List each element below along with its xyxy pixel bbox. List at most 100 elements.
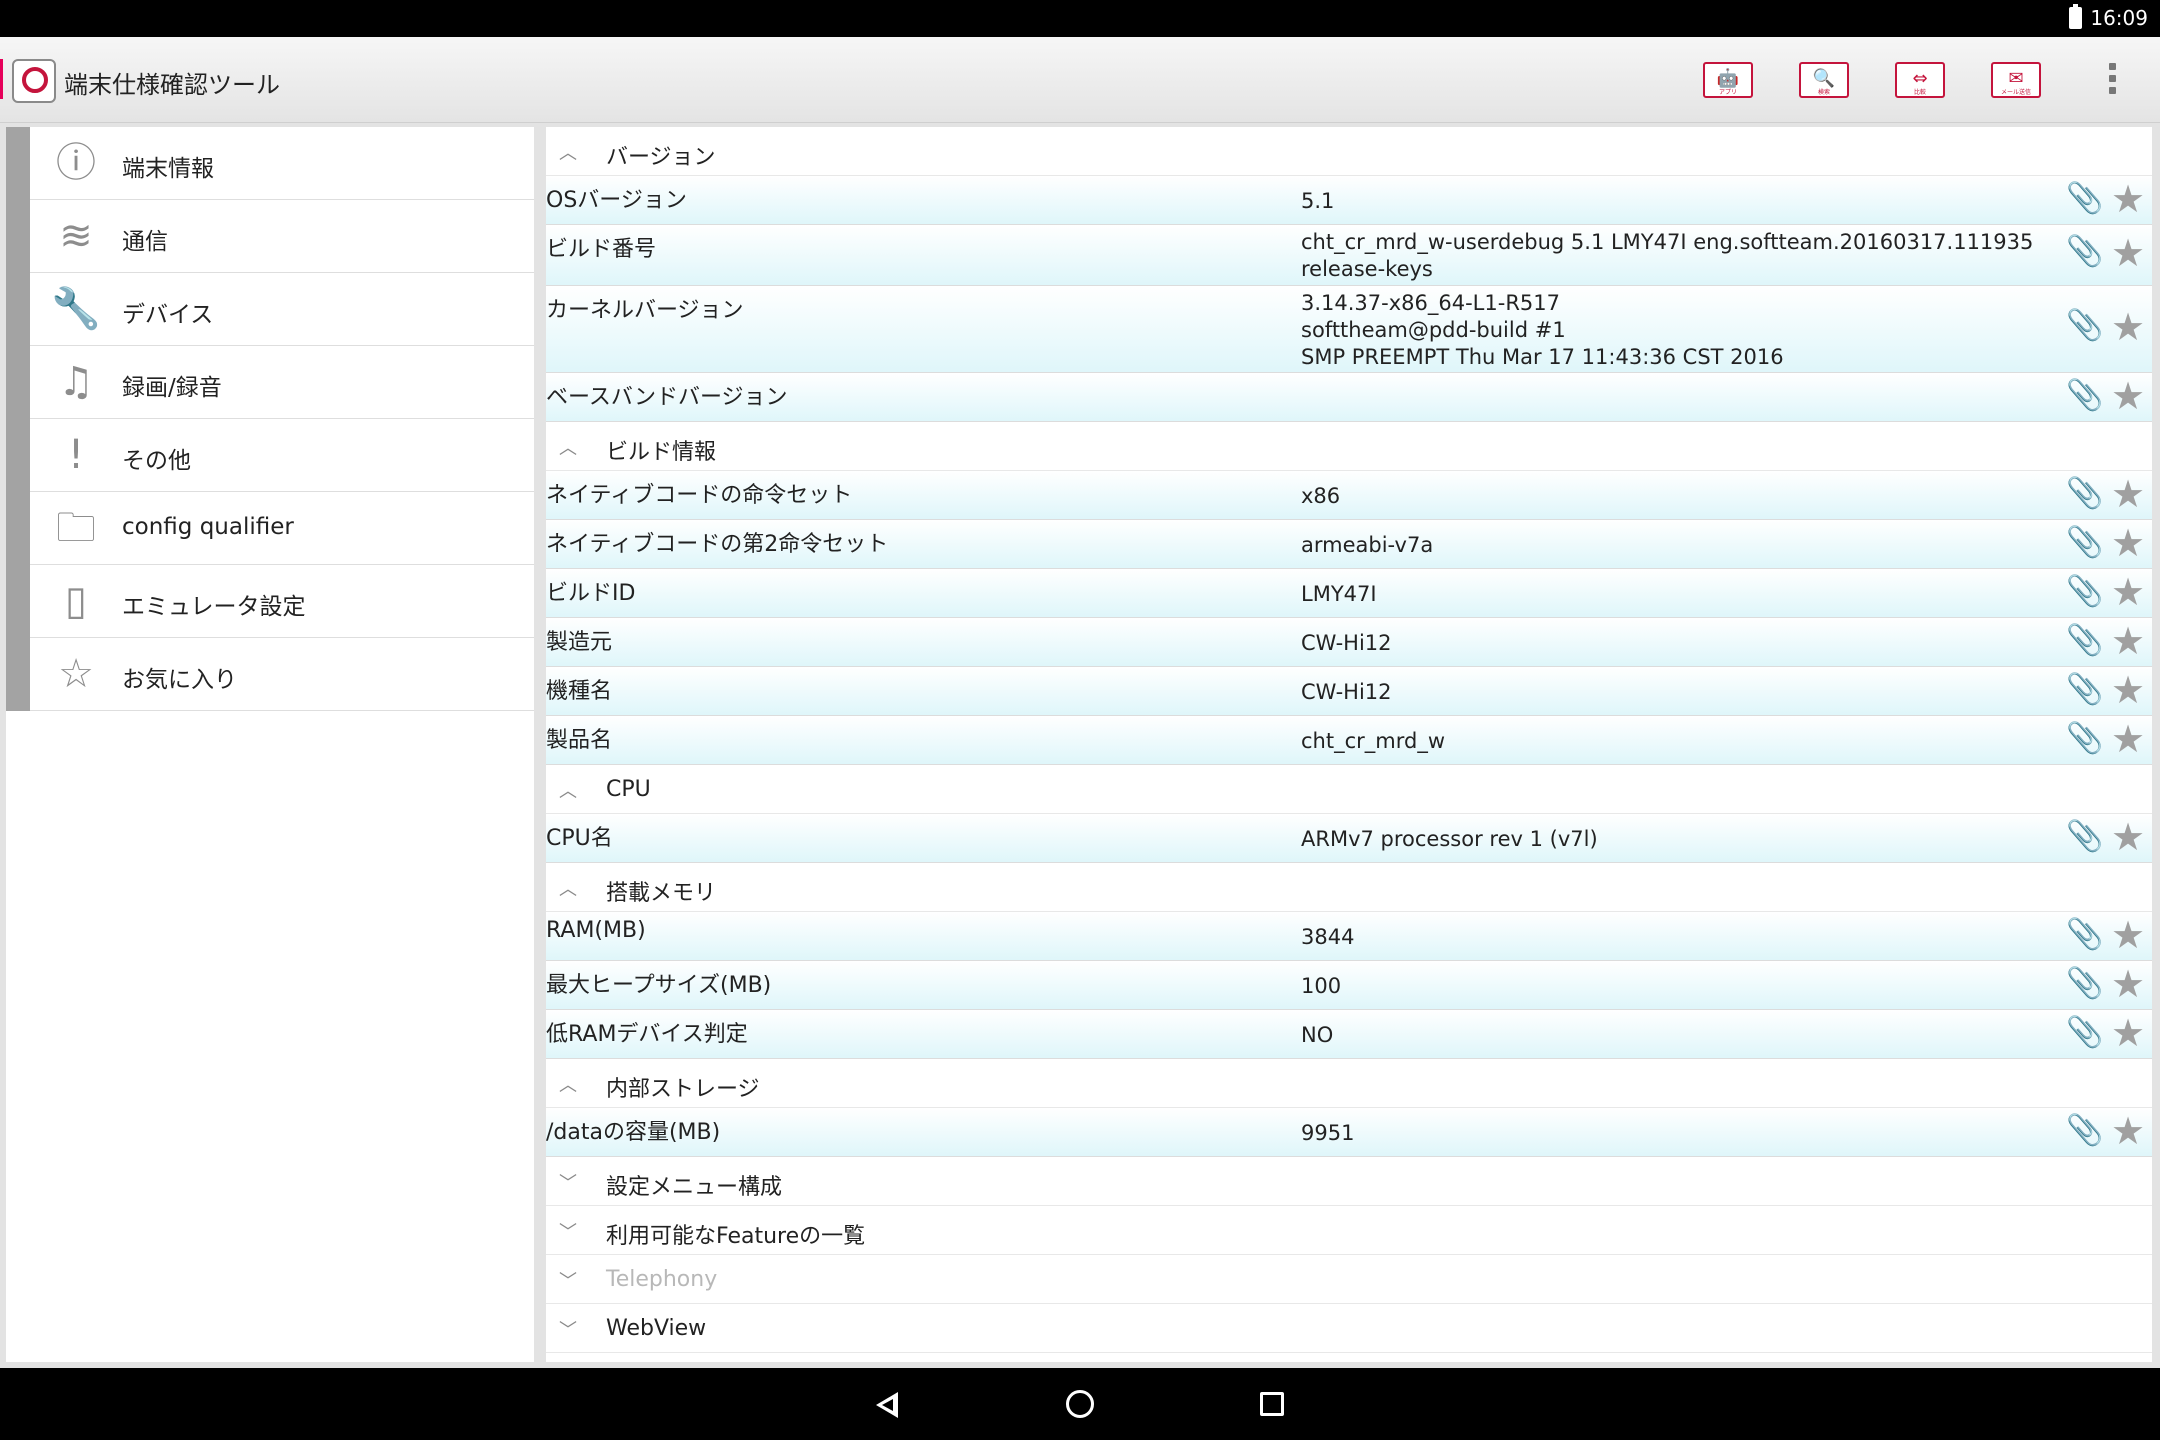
section-title: バージョン (606, 145, 716, 170)
search-button-label: 検索 (1817, 89, 1830, 96)
mail-button[interactable]: ✉ メール送信 (1991, 62, 2041, 98)
star-icon[interactable]: ★ (2108, 964, 2148, 1004)
sidebar-item-label: 録画/録音 (122, 375, 222, 401)
search-button[interactable]: 🔍 検索 (1799, 62, 1849, 98)
sidebar-item-record[interactable]: ♫ 録画/録音 (6, 346, 534, 419)
spec-row[interactable]: ビルド番号 cht_cr_mrd_w-userdebug 5.1 LMY47I e… (546, 225, 2152, 286)
star-icon[interactable]: ★ (2108, 523, 2148, 563)
star-icon[interactable]: ★ (2108, 670, 2148, 710)
paperclip-icon[interactable]: 📎 (2066, 475, 2103, 513)
spec-row[interactable]: ネイティブコードの命令セット x86 📎 ★ (546, 471, 2152, 520)
chevron-up-icon: ︿ (559, 879, 577, 900)
recents-icon[interactable] (1250, 1382, 1294, 1426)
sidebar-item-strip (6, 127, 30, 200)
section-header[interactable]: ﹀ WebView (546, 1304, 2152, 1353)
spec-key: CPU名 (546, 826, 613, 851)
paperclip-icon[interactable]: 📎 (2066, 916, 2103, 954)
star-icon[interactable]: ★ (2108, 376, 2148, 416)
spec-row[interactable]: 製造元 CW-Hi12 📎 ★ (546, 618, 2152, 667)
spec-value: cht_cr_mrd_w (1301, 729, 1445, 753)
section-header[interactable]: ﹀ 設定メニュー構成 (546, 1157, 2152, 1206)
paperclip-icon[interactable]: 📎 (2066, 965, 2103, 1003)
paperclip-icon[interactable]: 📎 (2066, 622, 2103, 660)
spec-row[interactable]: ビルドID LMY47I 📎 ★ (546, 569, 2152, 618)
chevron-down-icon: ﹀ (559, 1173, 577, 1194)
sidebar-item-device-info[interactable]: ⓘ 端末情報 (6, 127, 534, 200)
star-icon[interactable]: ★ (2108, 179, 2148, 219)
sidebar-item-favorites[interactable]: ☆ お気に入り (6, 638, 534, 711)
star-icon[interactable]: ★ (2108, 719, 2148, 759)
section-header[interactable]: ﹀ 利用可能なFeatureの一覧 (546, 1206, 2152, 1255)
spec-key: 機種名 (546, 679, 613, 704)
system-nav-bar (0, 1368, 2160, 1440)
wrench-icon: 🔧 (51, 286, 101, 332)
paperclip-icon[interactable]: 📎 (2066, 671, 2103, 709)
spec-row[interactable]: CPU名 ARMv7 processor rev 1 (v7l) 📎 ★ (546, 814, 2152, 863)
star-icon[interactable]: ★ (2108, 1013, 2148, 1053)
sidebar-item-device[interactable]: 🔧 デバイス (6, 273, 534, 346)
paperclip-icon[interactable]: 📎 (2066, 573, 2103, 611)
spec-key: カーネルバージョン (546, 298, 744, 323)
back-icon[interactable] (866, 1382, 910, 1426)
sidebar: ⓘ 端末情報 ≋ 通信 🔧 デバイス ♫ 録画/録音! その他 🗀 config qualifier… (6, 127, 534, 1362)
sidebar-item-config-qualifier[interactable]: 🗀 config qualifier (6, 492, 534, 565)
compare-button[interactable]: ⇔ 比較 (1895, 62, 1945, 98)
info-icon: ⓘ (56, 140, 96, 186)
sidebar-item-communication[interactable]: ≋ 通信 (6, 200, 534, 273)
sidebar-item-strip (6, 346, 30, 419)
apps-button[interactable]: 🤖 アプリ (1703, 62, 1753, 98)
sidebar-item-label: その他 (122, 448, 191, 474)
section-header[interactable]: ﹀ Telephony (546, 1255, 2152, 1304)
sidebar-item-emulator-settings[interactable]: ▯ エミュレータ設定 (6, 565, 534, 638)
star-icon[interactable]: ★ (2108, 1111, 2148, 1151)
star-icon[interactable]: ★ (2108, 915, 2148, 955)
section-header[interactable]: ︿ ビルド情報 (546, 422, 2152, 471)
star-icon[interactable]: ★ (2108, 621, 2148, 661)
section-title: 内部ストレージ (606, 1077, 760, 1102)
star-outline-icon: ☆ (58, 651, 94, 697)
star-icon[interactable]: ★ (2108, 817, 2148, 857)
section-title: 利用可能なFeatureの一覧 (606, 1224, 866, 1249)
star-icon[interactable]: ★ (2108, 572, 2148, 612)
paperclip-icon[interactable]: 📎 (2066, 524, 2103, 562)
section-title: CPU (606, 777, 651, 802)
overflow-menu-icon[interactable] (2109, 63, 2117, 95)
spec-row[interactable]: /dataの容量(MB) 9951 📎 ★ (546, 1108, 2152, 1157)
sidebar-item-label: お気に入り (122, 667, 237, 693)
paperclip-icon[interactable]: 📎 (2066, 1014, 2103, 1052)
spec-row[interactable]: ネイティブコードの第2命令セット armeabi-v7a 📎 ★ (546, 520, 2152, 569)
star-icon[interactable]: ★ (2108, 233, 2148, 273)
spec-key: ベースバンドバージョン (546, 385, 788, 410)
spec-row[interactable]: 最大ヒープサイズ(MB) 100 📎 ★ (546, 961, 2152, 1010)
chevron-down-icon: ﹀ (559, 1320, 577, 1341)
spec-row[interactable]: 製品名 cht_cr_mrd_w 📎 ★ (546, 716, 2152, 765)
chevron-down-icon: ﹀ (559, 1271, 577, 1292)
section-header[interactable]: ︿ 搭載メモリ (546, 863, 2152, 912)
spec-row[interactable]: カーネルバージョン 3.14.37-x86_64-L1-R517 softthea… (546, 286, 2152, 373)
section-header[interactable]: ︿ バージョン (546, 127, 2152, 176)
spec-row[interactable]: ベースバンドバージョン 📎 ★ (546, 373, 2152, 422)
paperclip-icon[interactable]: 📎 (2066, 818, 2103, 856)
paperclip-icon[interactable]: 📎 (2066, 720, 2103, 758)
spec-row[interactable]: OSバージョン 5.1 📎 ★ (546, 176, 2152, 225)
section-header[interactable]: ︿ 内部ストレージ (546, 1059, 2152, 1108)
spec-row[interactable]: 機種名 CW-Hi12 📎 ★ (546, 667, 2152, 716)
paperclip-icon[interactable]: 📎 (2066, 377, 2103, 415)
paperclip-icon[interactable]: 📎 (2066, 307, 2103, 345)
spec-key: ネイティブコードの命令セット (546, 483, 853, 508)
paperclip-icon[interactable]: 📎 (2066, 233, 2103, 271)
sidebar-item-strip (6, 565, 30, 638)
spec-row[interactable]: RAM(MB) 3844 📎 ★ (546, 912, 2152, 961)
spec-key: OSバージョン (546, 188, 687, 213)
spec-key: ビルド番号 (546, 237, 657, 262)
star-icon[interactable]: ★ (2108, 307, 2148, 347)
sidebar-item-other[interactable]: ! その他 (6, 419, 534, 492)
star-icon[interactable]: ★ (2108, 474, 2148, 514)
spec-key: RAM(MB) (546, 918, 646, 943)
home-icon[interactable] (1058, 1382, 1102, 1426)
section-header[interactable]: ︿ CPU (546, 765, 2152, 814)
spec-row[interactable]: 低RAMデバイス判定 NO 📎 ★ (546, 1010, 2152, 1059)
tablet-icon: ▯ (64, 578, 87, 624)
paperclip-icon[interactable]: 📎 (2066, 180, 2103, 218)
paperclip-icon[interactable]: 📎 (2066, 1112, 2103, 1150)
